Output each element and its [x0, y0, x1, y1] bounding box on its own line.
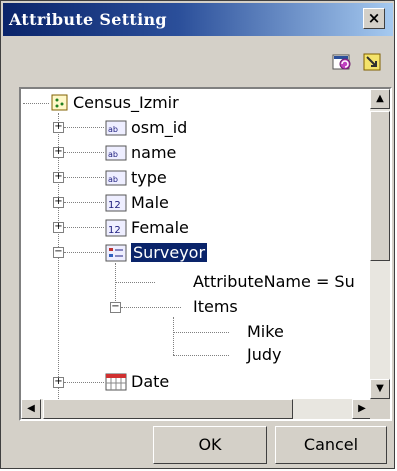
scroll-down-button[interactable]: ▼: [370, 379, 390, 399]
tree-connector: [23, 103, 49, 104]
scroll-corner: [370, 399, 390, 419]
scroll-up-button[interactable]: ▲: [370, 89, 390, 109]
expand-icon[interactable]: +: [53, 197, 64, 208]
collapse-icon[interactable]: −: [53, 247, 64, 258]
vertical-scroll-thumb[interactable]: [370, 111, 390, 261]
export-icon[interactable]: [361, 51, 383, 73]
vertical-scrollbar[interactable]: ▲ ▼: [370, 89, 390, 399]
tree-item-label[interactable]: Female: [131, 218, 189, 238]
horizontal-scroll-thumb[interactable]: [43, 399, 293, 419]
selected-label-text: Surveyor: [131, 243, 208, 262]
attribute-tree[interactable]: Census_Izmir + ab osm_id + ab name + ab …: [19, 87, 392, 421]
text-field-icon: ab: [105, 169, 127, 187]
svg-text:12: 12: [108, 225, 121, 236]
expand-icon[interactable]: +: [53, 222, 64, 233]
svg-text:ab: ab: [108, 150, 118, 159]
scroll-right-button[interactable]: ▶: [352, 399, 372, 419]
tree-connector: [64, 127, 104, 128]
tree-connector: [173, 332, 229, 333]
text-field-icon: ab: [105, 119, 127, 137]
cancel-button[interactable]: Cancel: [275, 426, 387, 464]
svg-text:ab: ab: [108, 175, 118, 184]
tree-item-label[interactable]: type: [131, 168, 167, 188]
expand-icon[interactable]: +: [53, 122, 64, 133]
tree-connector: [173, 355, 229, 356]
attribute-name-label[interactable]: AttributeName = Su: [193, 272, 355, 292]
numeric-field-icon: 12: [105, 219, 127, 237]
refresh-icon[interactable]: [331, 51, 353, 73]
tree-connector: [64, 227, 104, 228]
window-title: Attribute Setting: [9, 10, 167, 29]
tree-connector: [64, 152, 104, 153]
tree-connector: [115, 282, 155, 283]
tree-item-label[interactable]: name: [131, 143, 176, 163]
tree-connector: [64, 252, 104, 253]
tree-item-label[interactable]: Date: [131, 372, 169, 392]
svg-text:ab: ab: [108, 125, 118, 134]
tree-connector: [64, 177, 104, 178]
item-label[interactable]: Judy: [247, 345, 281, 365]
expand-icon[interactable]: +: [53, 172, 64, 183]
close-button[interactable]: ×: [363, 8, 385, 29]
tree-item-label[interactable]: Male: [131, 193, 169, 213]
text-field-icon: ab: [105, 144, 127, 162]
items-label[interactable]: Items: [193, 297, 238, 317]
tree-connector: [64, 382, 104, 383]
collapse-icon[interactable]: −: [110, 302, 121, 313]
attribute-setting-dialog: Attribute Setting × Census_Izmir + ab os…: [0, 0, 395, 469]
svg-text:12: 12: [108, 200, 121, 211]
ok-button[interactable]: OK: [153, 426, 267, 464]
scroll-left-button[interactable]: ◀: [21, 399, 41, 419]
tree-connector: [121, 307, 181, 308]
tree-connector: [64, 202, 104, 203]
expand-icon[interactable]: +: [53, 377, 64, 388]
expand-icon[interactable]: +: [53, 147, 64, 158]
date-field-icon: [105, 373, 127, 391]
horizontal-scrollbar[interactable]: ◀ ▶: [21, 399, 372, 419]
numeric-field-icon: 12: [105, 194, 127, 212]
database-icon: [51, 94, 69, 112]
title-bar[interactable]: Attribute Setting ×: [3, 3, 393, 36]
tree-root-label[interactable]: Census_Izmir: [73, 93, 179, 113]
item-label[interactable]: Mike: [247, 322, 284, 342]
tree-item-label-selected[interactable]: Surveyor: [131, 243, 208, 263]
tree-connector: [173, 317, 174, 355]
list-field-icon: [105, 244, 127, 262]
tree-item-label[interactable]: osm_id: [131, 118, 187, 138]
